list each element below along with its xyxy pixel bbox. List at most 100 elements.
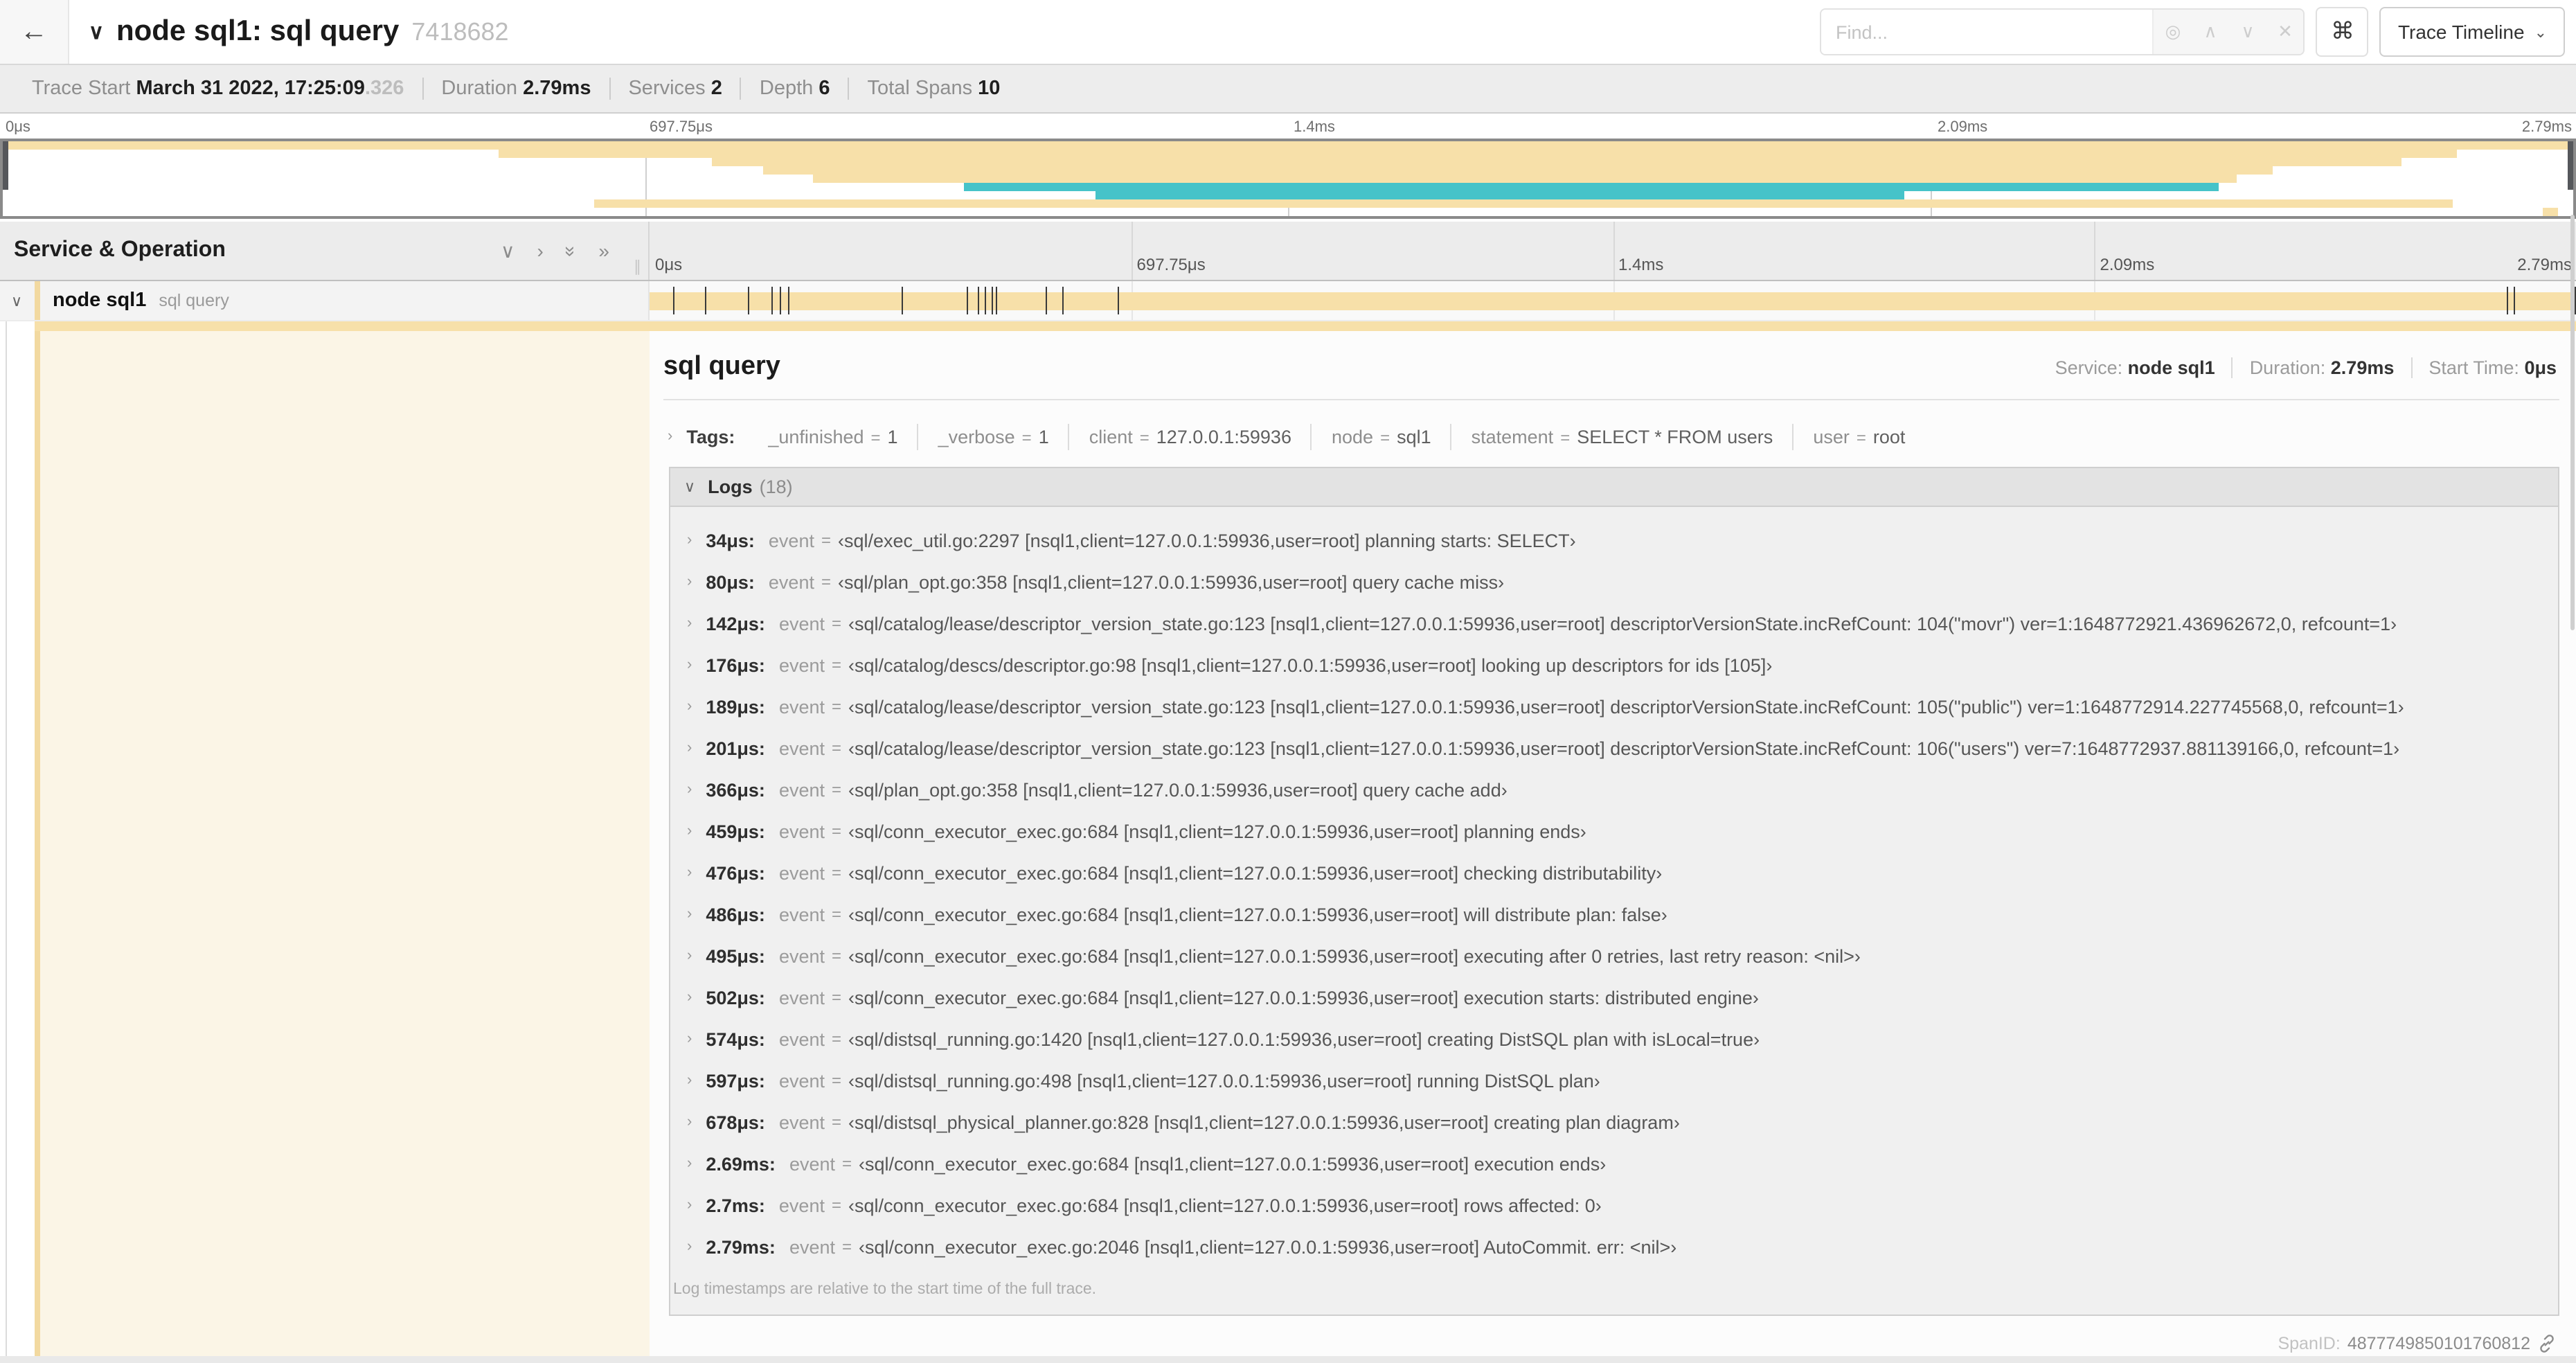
log-list: › 34μs: event = ‹sql/exec_util.go:2297 [… — [670, 507, 2558, 1267]
log-entry[interactable]: › 80μs: event = ‹sql/plan_opt.go:358 [ns… — [684, 561, 2547, 603]
minimap-span-bar — [499, 150, 2458, 158]
ruler-label: 1.4ms — [1618, 255, 1664, 274]
log-field-key: event — [768, 571, 814, 592]
column-resize-grip[interactable]: ∥ — [634, 258, 641, 276]
equals-sign: = — [832, 946, 842, 965]
expand-one-icon[interactable]: › — [537, 239, 543, 262]
log-entry[interactable]: › 366μs: event = ‹sql/plan_opt.go:358 [n… — [684, 769, 2547, 810]
trace-summary-item: Services 2 — [609, 78, 740, 100]
expand-all-icon[interactable]: » — [598, 239, 609, 262]
log-marker-tick — [1118, 287, 1119, 314]
header-controls: ◎ ∧ ∨ ✕ ⌘ Trace Timeline ⌄ — [1820, 7, 2565, 57]
logs-title: Logs — [708, 476, 753, 497]
tags-label: Tags: — [686, 426, 735, 447]
log-entry[interactable]: › 459μs: event = ‹sql/conn_executor_exec… — [684, 810, 2547, 852]
timeline-header: Service & Operation ∨ › » » ∥ 0μs 697.75μ… — [0, 222, 2576, 281]
collapse-all-icon[interactable]: » — [560, 245, 583, 256]
log-time: 678μs: — [706, 1112, 765, 1132]
trace-summary-bar: Trace Start March 31 2022, 17:25:09.326 … — [0, 65, 2576, 114]
ruler-label: 2.79ms — [2521, 119, 2572, 136]
chevron-right-icon: › — [687, 1238, 692, 1255]
viewport-handle-left[interactable] — [3, 141, 8, 190]
log-field-key: event — [789, 1236, 835, 1257]
span-bar-cell[interactable] — [650, 281, 2576, 320]
chevron-right-icon: › — [687, 947, 692, 964]
collapse-trace-icon[interactable]: ∨ — [89, 19, 104, 44]
tag-item: node = sql1 — [1310, 423, 1451, 449]
chevron-right-icon: › — [687, 1197, 692, 1213]
log-entry[interactable]: › 142μs: event = ‹sql/catalog/lease/desc… — [684, 603, 2547, 644]
clear-search-icon[interactable]: ✕ — [2266, 21, 2304, 43]
link-icon[interactable] — [2537, 1334, 2557, 1353]
trace-summary-item: Trace Start March 31 2022, 17:25:09.326 — [32, 78, 404, 100]
collapse-one-icon[interactable]: ∨ — [501, 239, 515, 262]
logs-count: (18) — [759, 476, 793, 497]
detail-title-row: sql query Service: node sql1 Duration: 2.… — [663, 352, 2559, 382]
span-name-cell[interactable]: ∨ node sql1 sql query — [0, 281, 650, 320]
log-field-value: ‹sql/conn_executor_exec.go:684 [nsql1,cl… — [859, 1153, 1607, 1174]
logs-header[interactable]: ∨ Logs (18) — [670, 468, 2558, 507]
equals-sign: = — [831, 1195, 841, 1215]
ruler-label: 697.75μs — [1136, 255, 1206, 274]
ruler-label: 0μs — [6, 119, 30, 136]
service-operation-title: Service & Operation — [14, 238, 226, 262]
locate-icon[interactable]: ◎ — [2154, 21, 2192, 43]
log-field-key: event — [778, 1195, 825, 1215]
equals-sign: = — [842, 1154, 852, 1173]
minimap-span-bar — [763, 166, 2273, 175]
vertical-scrollbar[interactable] — [2570, 215, 2575, 630]
ruler-label: 1.4ms — [1294, 119, 1335, 136]
tag-item: _unfinished = 1 — [768, 426, 898, 447]
trace-title-group: ∨ node sql1: sql query 7418682 — [89, 15, 1821, 48]
log-field-key: event — [778, 904, 825, 925]
chevron-right-icon: › — [687, 657, 692, 673]
prev-match-icon[interactable]: ∧ — [2192, 21, 2229, 43]
logs-footnote: Log timestamps are relative to the start… — [673, 1281, 1097, 1298]
log-entry[interactable]: › 2.7ms: event = ‹sql/conn_executor_exec… — [684, 1184, 2547, 1226]
log-field-value: ‹sql/catalog/lease/descriptor_version_st… — [848, 613, 2397, 634]
tag-item: _verbose = 1 — [917, 423, 1068, 449]
log-field-key: event — [778, 1028, 825, 1049]
minimap-span-bar — [3, 141, 2573, 150]
log-entry[interactable]: › 2.69ms: event = ‹sql/conn_executor_exe… — [684, 1143, 2547, 1184]
log-entry[interactable]: › 2.79ms: event = ‹sql/conn_executor_exe… — [684, 1226, 2547, 1267]
view-selector-button[interactable]: Trace Timeline ⌄ — [2379, 7, 2565, 57]
log-entry[interactable]: › 495μs: event = ‹sql/conn_executor_exec… — [684, 935, 2547, 977]
span-meta-item: Start Time: 0μs — [2410, 357, 2559, 378]
ruler-gridline — [2094, 222, 2096, 280]
viewport-handle-right[interactable] — [2568, 141, 2573, 190]
selected-span-backdrop — [40, 321, 650, 1363]
log-field-value: ‹sql/distsql_running.go:1420 [nsql1,clie… — [848, 1028, 1760, 1049]
span-row[interactable]: ∨ node sql1 sql query — [0, 281, 2576, 321]
trace-summary-item: Duration 2.79ms — [422, 78, 609, 100]
log-entry[interactable]: › 201μs: event = ‹sql/catalog/lease/desc… — [684, 727, 2547, 769]
equals-sign: = — [832, 1112, 842, 1132]
log-entry[interactable]: › 486μs: event = ‹sql/conn_executor_exec… — [684, 893, 2547, 935]
back-button[interactable]: ← — [0, 0, 69, 64]
log-entry[interactable]: › 476μs: event = ‹sql/conn_executor_exec… — [684, 852, 2547, 893]
next-match-icon[interactable]: ∨ — [2229, 21, 2266, 43]
row-collapse-icon[interactable]: ∨ — [11, 292, 30, 310]
log-marker-tick — [704, 287, 706, 314]
log-entry[interactable]: › 176μs: event = ‹sql/catalog/descs/desc… — [684, 644, 2547, 686]
trace-minimap: 0μs 697.75μs 1.4ms 2.09ms 2.79ms — [0, 114, 2576, 222]
log-entry[interactable]: › 597μs: event = ‹sql/distsql_running.go… — [684, 1060, 2547, 1101]
keyboard-shortcuts-button[interactable]: ⌘ — [2316, 7, 2369, 57]
span-detail-row: sql query Service: node sql1 Duration: 2.… — [0, 321, 2576, 1363]
log-entry[interactable]: › 574μs: event = ‹sql/distsql_running.go… — [684, 1018, 2547, 1060]
log-field-key: event — [778, 779, 825, 800]
log-time: 80μs: — [706, 571, 755, 592]
span-meta-item: Service: node sql1 — [2055, 357, 2215, 378]
minimap-canvas[interactable] — [0, 139, 2576, 219]
find-input[interactable] — [1821, 10, 2153, 54]
log-entry[interactable]: › 34μs: event = ‹sql/exec_util.go:2297 [… — [684, 519, 2547, 561]
log-field-value: ‹sql/conn_executor_exec.go:684 [nsql1,cl… — [848, 821, 1586, 841]
log-entry[interactable]: › 189μs: event = ‹sql/catalog/lease/desc… — [684, 686, 2547, 727]
log-time: 176μs: — [706, 654, 765, 675]
span-detail-panel: sql query Service: node sql1 Duration: 2.… — [650, 321, 2576, 1363]
tags-row[interactable]: › Tags: _unfinished = 1 _verbose = 1 client = 12… — [663, 414, 2559, 458]
log-entry[interactable]: › 502μs: event = ‹sql/conn_executor_exec… — [684, 977, 2547, 1018]
span-meta-item: Duration: 2.79ms — [2231, 357, 2411, 378]
log-time: 502μs: — [706, 987, 765, 1008]
log-entry[interactable]: › 678μs: event = ‹sql/distsql_physical_p… — [684, 1101, 2547, 1143]
